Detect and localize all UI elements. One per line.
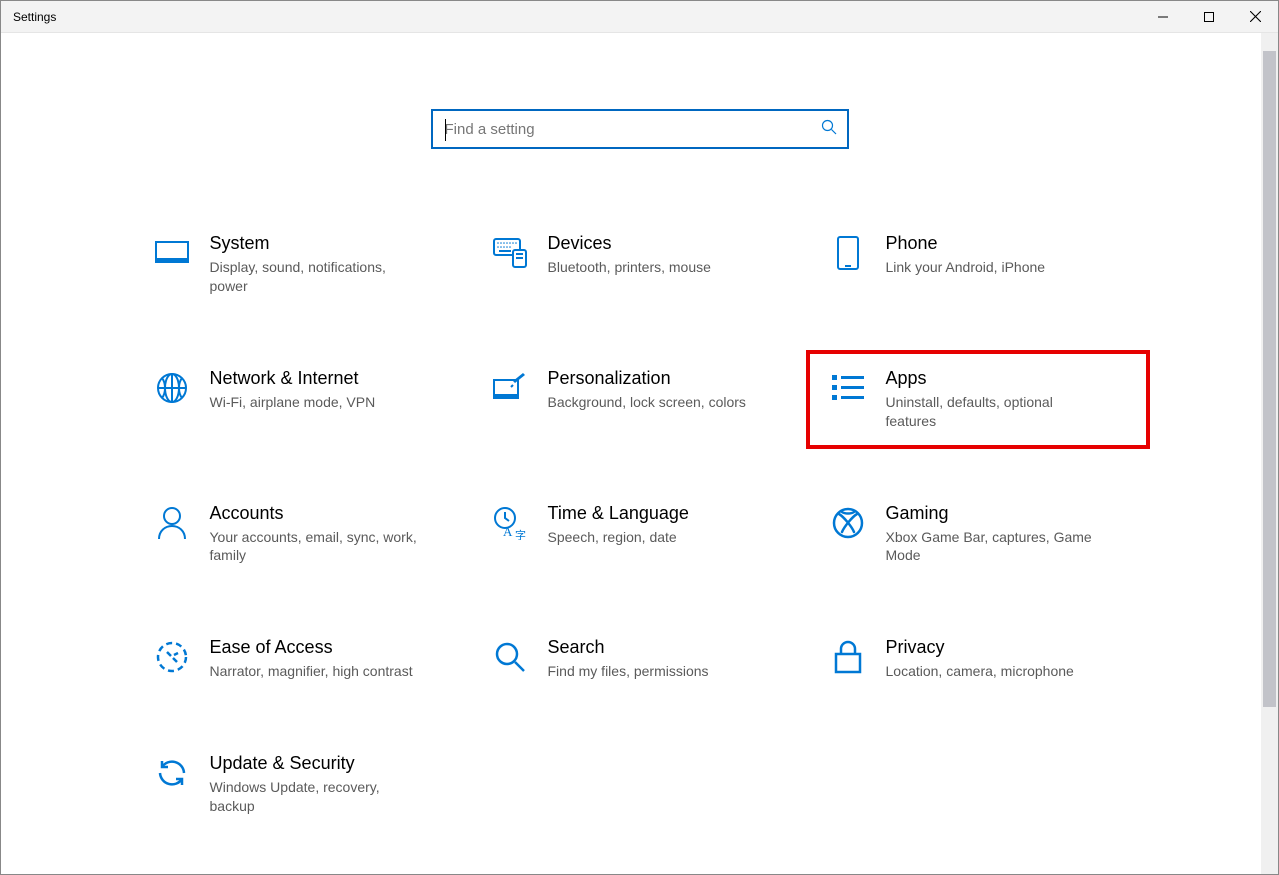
tile-devices[interactable]: Devices Bluetooth, printers, mouse bbox=[480, 227, 800, 302]
tile-sub: Location, camera, microphone bbox=[886, 662, 1074, 681]
close-button[interactable] bbox=[1232, 1, 1278, 32]
text-caret bbox=[445, 119, 446, 141]
svg-text:A: A bbox=[503, 524, 513, 539]
tile-sub: Link your Android, iPhone bbox=[886, 258, 1046, 277]
tile-sub: Your accounts, email, sync, work, family bbox=[210, 528, 420, 566]
tile-sub: Background, lock screen, colors bbox=[548, 393, 746, 412]
window-title: Settings bbox=[13, 10, 56, 24]
tile-network[interactable]: Network & Internet Wi-Fi, airplane mode,… bbox=[142, 362, 462, 437]
search-input[interactable] bbox=[445, 121, 821, 138]
tile-ease-of-access[interactable]: Ease of Access Narrator, magnifier, high… bbox=[142, 631, 462, 687]
phone-icon bbox=[824, 233, 872, 273]
tile-sub: Speech, region, date bbox=[548, 528, 689, 547]
tile-title: Search bbox=[548, 637, 709, 658]
globe-icon bbox=[148, 368, 196, 408]
tile-search[interactable]: Search Find my files, permissions bbox=[480, 631, 800, 687]
tile-sub: Wi-Fi, airplane mode, VPN bbox=[210, 393, 376, 412]
tile-update-security[interactable]: Update & Security Windows Update, recove… bbox=[142, 747, 462, 822]
titlebar: Settings bbox=[1, 1, 1278, 33]
tile-title: Network & Internet bbox=[210, 368, 376, 389]
tile-system[interactable]: System Display, sound, notifications, po… bbox=[142, 227, 462, 302]
paint-icon bbox=[486, 368, 534, 408]
tile-sub: Windows Update, recovery, backup bbox=[210, 778, 420, 816]
tile-title: Devices bbox=[548, 233, 711, 254]
tile-time-language[interactable]: A 字 Time & Language Speech, region, date bbox=[480, 497, 800, 572]
tile-title: Personalization bbox=[548, 368, 746, 389]
tile-sub: Bluetooth, printers, mouse bbox=[548, 258, 711, 277]
tile-title: Time & Language bbox=[548, 503, 689, 524]
system-icon bbox=[148, 233, 196, 273]
settings-grid: System Display, sound, notifications, po… bbox=[142, 227, 1138, 822]
search-box[interactable] bbox=[431, 109, 849, 149]
tile-title: Privacy bbox=[886, 637, 1074, 658]
person-icon bbox=[148, 503, 196, 543]
time-lang-icon: A 字 bbox=[486, 503, 534, 543]
tile-gaming[interactable]: Gaming Xbox Game Bar, captures, Game Mod… bbox=[818, 497, 1138, 572]
search-icon bbox=[821, 119, 837, 140]
lock-icon bbox=[824, 637, 872, 677]
tile-accounts[interactable]: Accounts Your accounts, email, sync, wor… bbox=[142, 497, 462, 572]
tile-title: Phone bbox=[886, 233, 1046, 254]
tile-title: Update & Security bbox=[210, 753, 420, 774]
magnifier-icon bbox=[486, 637, 534, 677]
scrollbar[interactable] bbox=[1261, 33, 1278, 874]
tile-sub: Display, sound, notifications, power bbox=[210, 258, 420, 296]
minimize-button[interactable] bbox=[1140, 1, 1186, 32]
tile-sub: Narrator, magnifier, high contrast bbox=[210, 662, 413, 681]
tile-sub: Find my files, permissions bbox=[548, 662, 709, 681]
scrollbar-thumb[interactable] bbox=[1263, 51, 1276, 707]
tile-title: Gaming bbox=[886, 503, 1096, 524]
tile-sub: Xbox Game Bar, captures, Game Mode bbox=[886, 528, 1096, 566]
xbox-icon bbox=[824, 503, 872, 543]
tile-title: Accounts bbox=[210, 503, 420, 524]
tile-privacy[interactable]: Privacy Location, camera, microphone bbox=[818, 631, 1138, 687]
tile-sub: Uninstall, defaults, optional features bbox=[886, 393, 1096, 431]
accessibility-icon bbox=[148, 637, 196, 677]
tile-title: System bbox=[210, 233, 420, 254]
maximize-button[interactable] bbox=[1186, 1, 1232, 32]
tile-phone[interactable]: Phone Link your Android, iPhone bbox=[818, 227, 1138, 302]
window-controls bbox=[1140, 1, 1278, 32]
tile-personalization[interactable]: Personalization Background, lock screen,… bbox=[480, 362, 800, 437]
content-area: System Display, sound, notifications, po… bbox=[1, 33, 1278, 874]
apps-icon bbox=[824, 368, 872, 408]
svg-text:字: 字 bbox=[515, 528, 526, 540]
tile-title: Apps bbox=[886, 368, 1096, 389]
sync-icon bbox=[148, 753, 196, 793]
tile-apps[interactable]: Apps Uninstall, defaults, optional featu… bbox=[818, 362, 1138, 437]
tile-title: Ease of Access bbox=[210, 637, 413, 658]
devices-icon bbox=[486, 233, 534, 273]
